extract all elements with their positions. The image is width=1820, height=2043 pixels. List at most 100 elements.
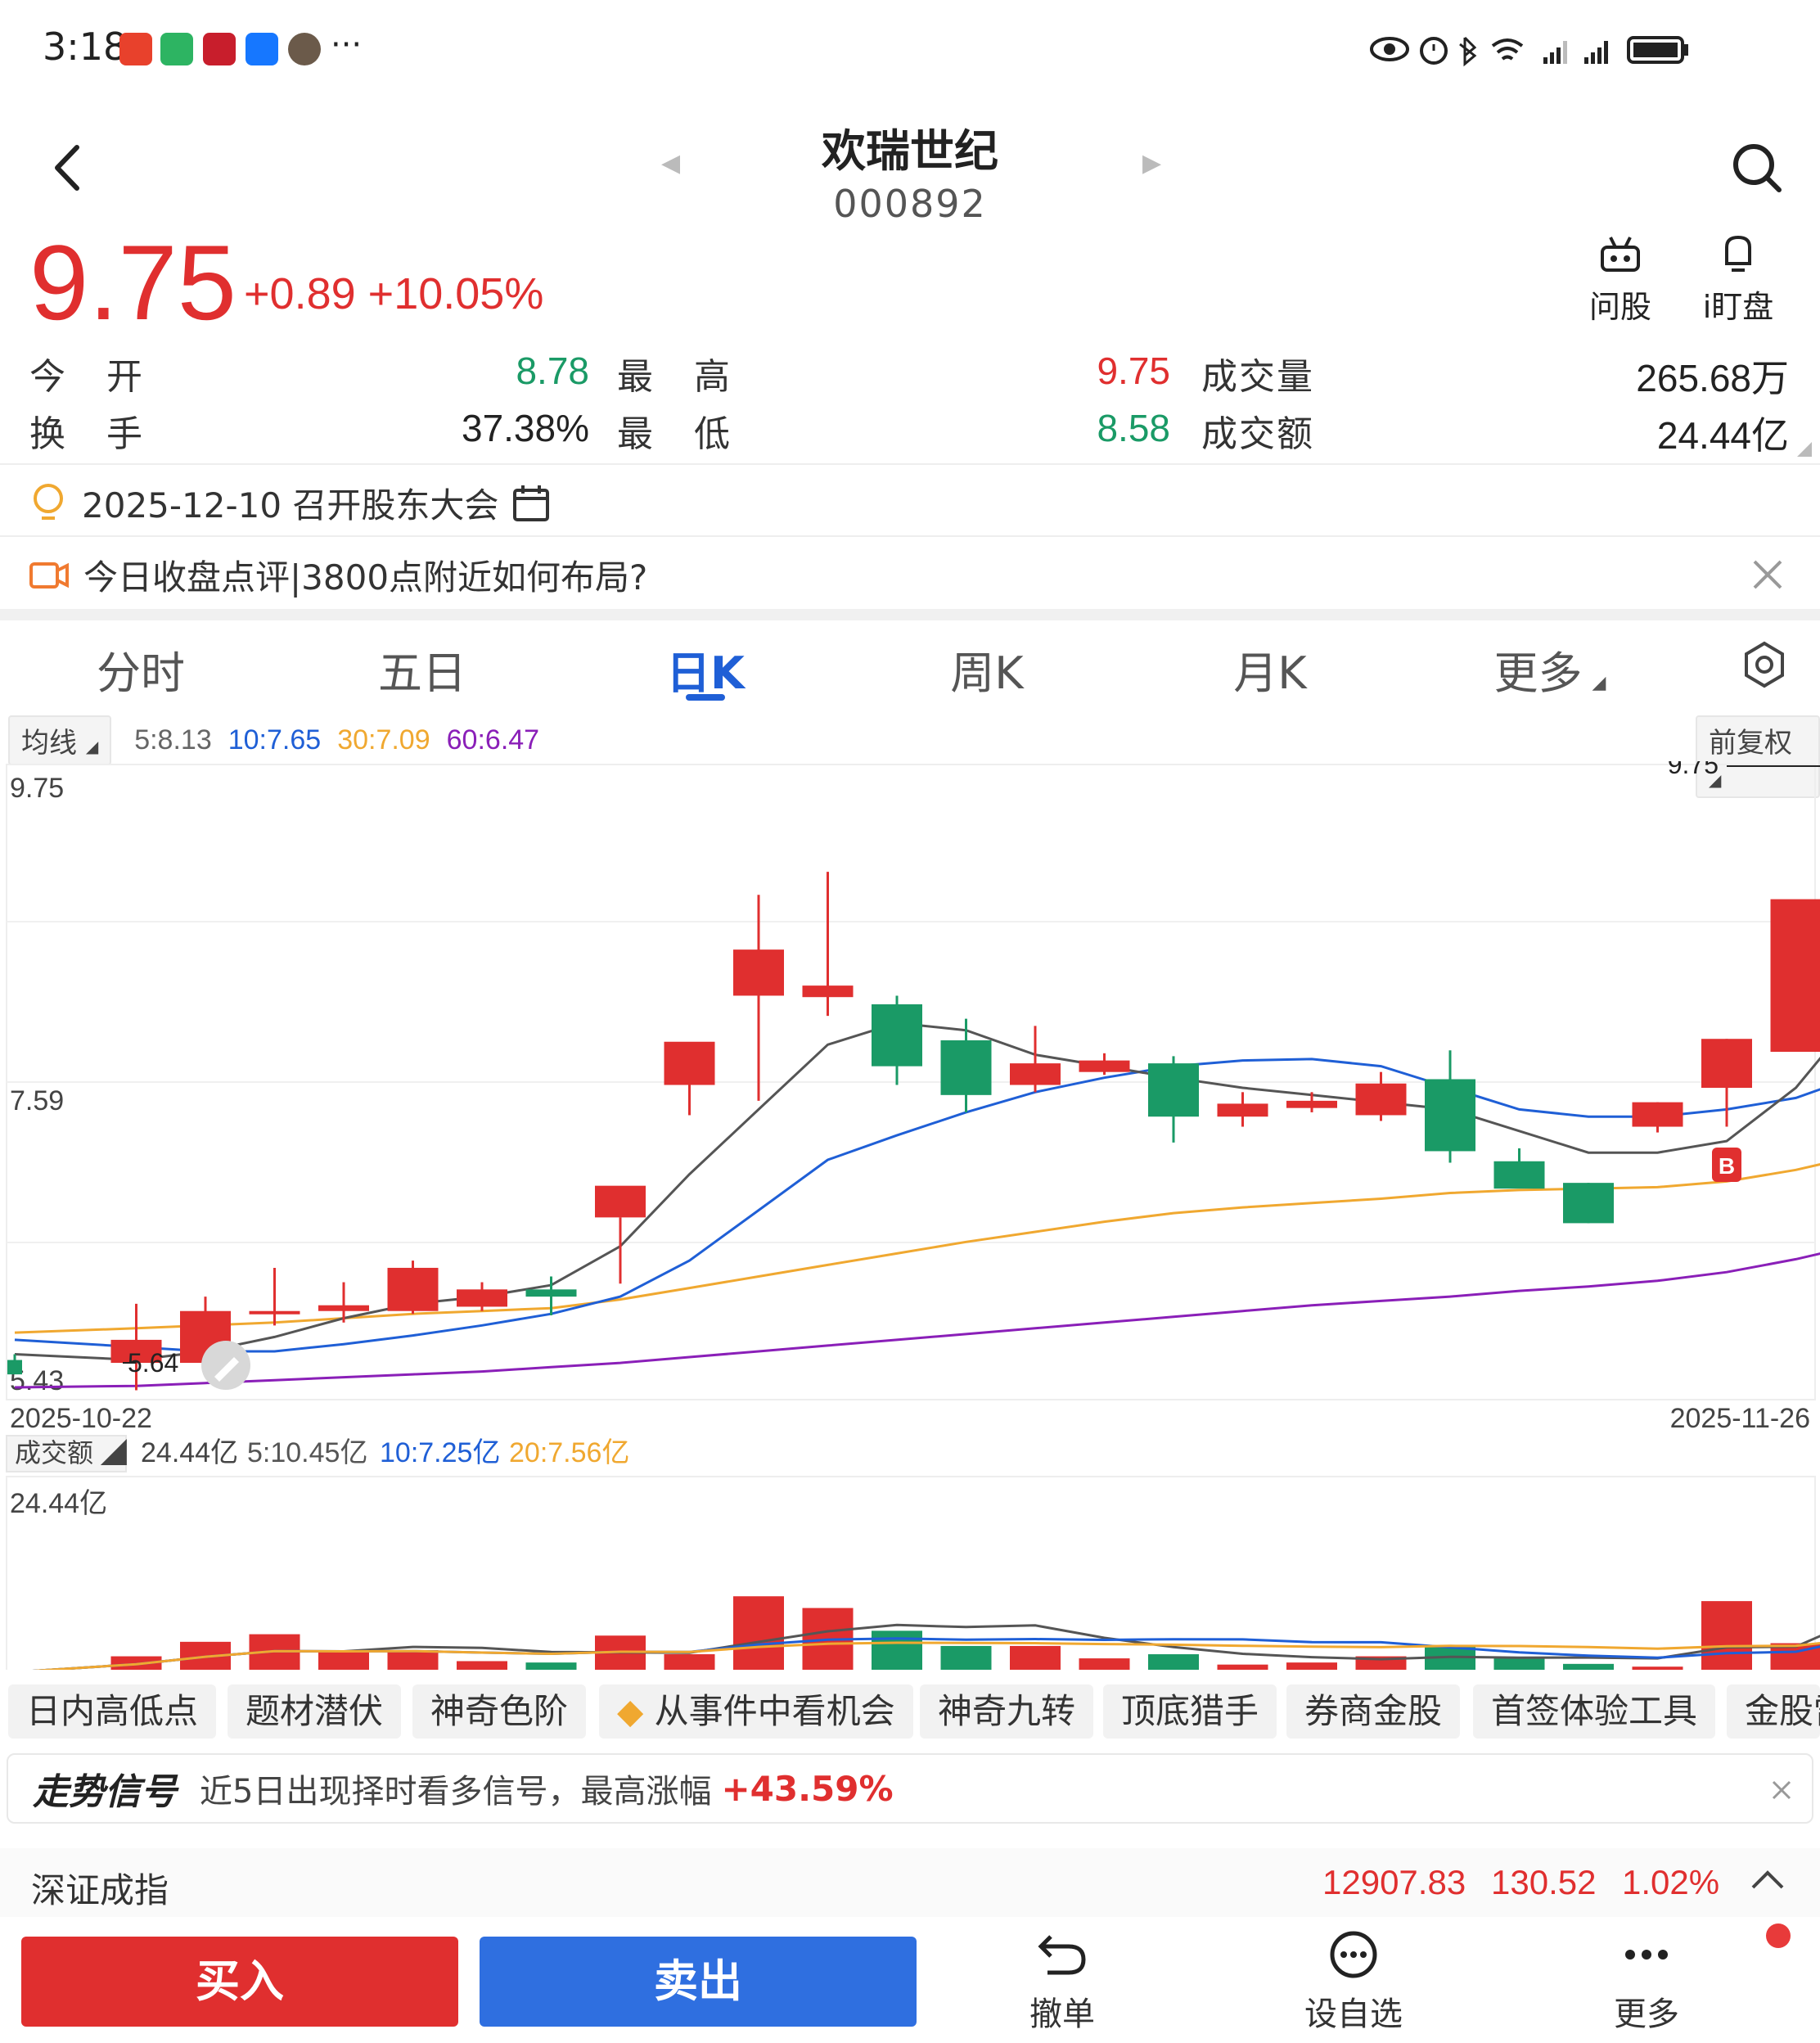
expand-corner-icon[interactable] xyxy=(1797,442,1812,457)
candle-body xyxy=(387,1267,439,1311)
cancel-order-button[interactable]: 撤单 xyxy=(997,1930,1128,2035)
signal-1-icon xyxy=(1543,41,1567,64)
candle-body xyxy=(318,1305,369,1311)
ma-selector-label: 均线 xyxy=(21,727,77,760)
amount-bar xyxy=(664,1654,715,1670)
add-watchlist-button[interactable]: 设自选 xyxy=(1288,1930,1419,2035)
candle-body xyxy=(249,1310,300,1315)
feature-chip[interactable]: 顶底猎手 xyxy=(1103,1684,1277,1739)
search-icon[interactable] xyxy=(1728,139,1786,196)
candle-body xyxy=(525,1289,577,1297)
amount-ma20: 20:7.56亿 xyxy=(509,1437,629,1468)
news-row[interactable]: 今日收盘点评|3800点附近如何布局? xyxy=(29,550,647,600)
more-button[interactable]: 更多 xyxy=(1581,1930,1712,2035)
divider xyxy=(0,535,1820,537)
ma-bar: 均线 ◢ 5:8.13 10:7.65 30:7.09 60:6.47 xyxy=(8,715,539,765)
chevron-up-icon[interactable] xyxy=(1750,1868,1786,1892)
feature-chip[interactable]: 题材潜伏 xyxy=(228,1684,402,1739)
amount-bar xyxy=(1701,1601,1752,1670)
amount-total: 24.44亿 xyxy=(141,1437,238,1468)
amount-ma10: 10:7.25亿 xyxy=(380,1437,500,1468)
min-marker-label: 5.64 xyxy=(128,1348,178,1378)
candle-body xyxy=(1286,1100,1337,1108)
date-end-label: 2025-11-26 xyxy=(1670,1403,1810,1434)
amount-value: 24.44亿 xyxy=(1656,414,1789,457)
tab-more[interactable]: 更多 ◢ xyxy=(1468,637,1632,701)
feature-chip[interactable]: 金股雷 xyxy=(1727,1684,1820,1739)
huawei-appgallery-icon xyxy=(119,33,152,65)
candle-body xyxy=(7,1360,22,1375)
feature-chip[interactable]: 首签体验工具 xyxy=(1473,1684,1716,1739)
index-pct: 1.02% xyxy=(1622,1863,1720,1901)
amount-bar xyxy=(940,1645,992,1670)
amount-bar xyxy=(1217,1664,1268,1670)
feature-chip-label: 顶底猎手 xyxy=(1121,1691,1259,1731)
amount-selector-label: 成交额 ◢ xyxy=(15,1438,127,1468)
wifi-icon xyxy=(1491,38,1524,61)
amount-bar xyxy=(733,1596,784,1670)
tab-intraday[interactable]: 分时 xyxy=(59,637,223,701)
buy-button[interactable]: 买入 xyxy=(21,1937,458,2027)
buy-signal-label: B xyxy=(1719,1153,1735,1179)
news-text: 今日收盘点评|3800点附近如何布局? xyxy=(83,557,648,598)
event-row[interactable]: 2025-12-10 召开股东大会 xyxy=(29,478,552,528)
dropdown-icon: ◢ xyxy=(1592,673,1606,693)
kline-chart[interactable]: 9.757.595.432025-10-22 2025-11-265.649.75… xyxy=(0,761,1820,1670)
feature-chip[interactable]: 神奇九转 xyxy=(920,1684,1094,1739)
watch-label: i盯盘 xyxy=(1702,289,1774,325)
ma-selector[interactable]: 均线 ◢ xyxy=(8,715,112,765)
robot-icon xyxy=(1601,237,1640,272)
turnover-value: 37.38% xyxy=(461,407,589,449)
tab-weekly-k[interactable]: 周K xyxy=(905,637,1069,701)
candle-body xyxy=(733,949,784,996)
diamond-icon: ◆ xyxy=(617,1691,655,1731)
feature-chip-label: 神奇九转 xyxy=(938,1691,1076,1731)
amount-bar xyxy=(1563,1663,1614,1670)
amount-bar xyxy=(1079,1658,1130,1670)
candle-body xyxy=(1217,1103,1268,1117)
status-bar: 3:18 ··· xyxy=(0,0,1820,98)
candle-body xyxy=(802,985,854,998)
signal-title: 走势信号 xyxy=(33,1771,177,1813)
signal-text: 近5日出现择时看多信号，最高涨幅 xyxy=(200,1773,712,1811)
price-change: +0.89 +10.05% xyxy=(244,268,543,319)
feature-chip[interactable]: 券商金股 xyxy=(1286,1684,1461,1739)
feature-chip[interactable]: 神奇色阶 xyxy=(412,1684,587,1739)
feature-chip[interactable]: ◆ 从事件中看机会 xyxy=(599,1684,913,1739)
sell-button[interactable]: 卖出 xyxy=(480,1937,917,2027)
tab-five-day[interactable]: 五日 xyxy=(340,637,504,701)
low-label: 最 低 xyxy=(617,413,745,455)
amount-bar xyxy=(1632,1666,1683,1670)
high-value: 9.75 xyxy=(1097,350,1170,392)
event-text: 2025-12-10 召开股东大会 xyxy=(82,485,499,525)
feature-chip-label: 从事件中看机会 xyxy=(654,1691,895,1731)
candle-body xyxy=(1079,1060,1130,1072)
cancel-order-label: 撤单 xyxy=(1029,1996,1095,2033)
amount-bar xyxy=(525,1662,577,1670)
ma60-line xyxy=(14,1252,1820,1389)
open-value: 8.78 xyxy=(516,350,589,392)
chart-settings-icon[interactable] xyxy=(1740,640,1789,689)
feature-chip[interactable]: 日内高低点 xyxy=(8,1684,217,1739)
index-ticker[interactable]: 深证成指 12907.83 130.52 1.02% xyxy=(0,1848,1820,1917)
calendar-icon[interactable] xyxy=(511,484,552,523)
amount-bar xyxy=(318,1652,369,1670)
amount-label: 成交额 xyxy=(1201,413,1314,455)
amount-bar xyxy=(872,1630,922,1670)
low-value: 8.58 xyxy=(1097,407,1170,449)
index-change: 130.52 xyxy=(1491,1863,1597,1901)
candle-body xyxy=(1632,1102,1683,1127)
trend-signal-banner[interactable]: 走势信号 近5日出现择时看多信号，最高涨幅 +43.59% xyxy=(7,1753,1813,1824)
close-icon[interactable] xyxy=(1751,558,1784,591)
volume-label: 成交量 xyxy=(1201,356,1314,398)
tab-monthly-k[interactable]: 月K xyxy=(1188,637,1352,701)
feature-chip-label: 神奇色阶 xyxy=(430,1691,569,1731)
feature-chip-label: 券商金股 xyxy=(1304,1691,1443,1731)
avatar-icon xyxy=(288,33,321,65)
open-label: 今 开 xyxy=(29,356,157,398)
tab-daily-k[interactable]: 日K xyxy=(624,637,787,701)
ask-stock-button[interactable]: 问股 xyxy=(1571,234,1669,327)
undo-icon xyxy=(1038,1935,1086,1975)
watch-button[interactable]: i盯盘 xyxy=(1689,234,1787,327)
close-icon[interactable] xyxy=(1771,1779,1792,1801)
